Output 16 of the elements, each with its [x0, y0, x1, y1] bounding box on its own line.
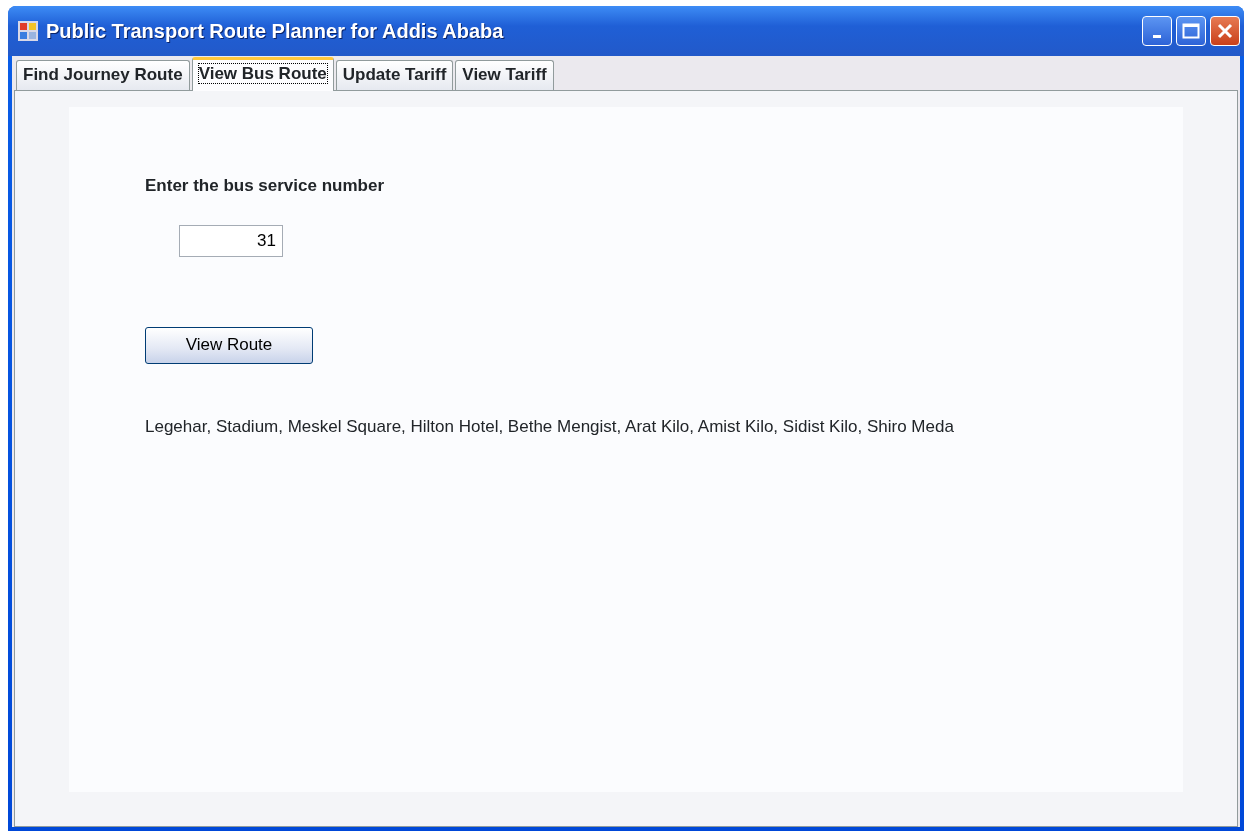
- route-text: Legehar, Stadium, Meskel Square, Hilton Hotel, Bethe Mengist, Arat Kilo, Amist Kilo, Sidist Kilo, Shiro Meda: [145, 415, 955, 438]
- minimize-icon: [1153, 34, 1161, 38]
- tab[interactable]: Find Journey Route: [16, 60, 190, 90]
- tab[interactable]: View Bus Route: [191, 57, 334, 91]
- maximize-button[interactable]: [1176, 16, 1206, 46]
- prompt-label: Enter the bus service number: [145, 175, 386, 197]
- tab[interactable]: Update Tariff: [335, 60, 454, 90]
- maximize-icon: [1182, 23, 1200, 39]
- close-button[interactable]: [1210, 16, 1240, 46]
- tab[interactable]: View Tariff: [455, 60, 554, 90]
- view-route-button[interactable]: View Route: [145, 326, 313, 364]
- close-icon: [1216, 22, 1234, 40]
- service-number-field[interactable]: 31: [179, 224, 283, 257]
- minimize-button[interactable]: [1142, 16, 1172, 46]
- app-icon: [18, 21, 38, 41]
- window-title: Public Transport Route Planner for Addis Ababa: [46, 19, 504, 44]
